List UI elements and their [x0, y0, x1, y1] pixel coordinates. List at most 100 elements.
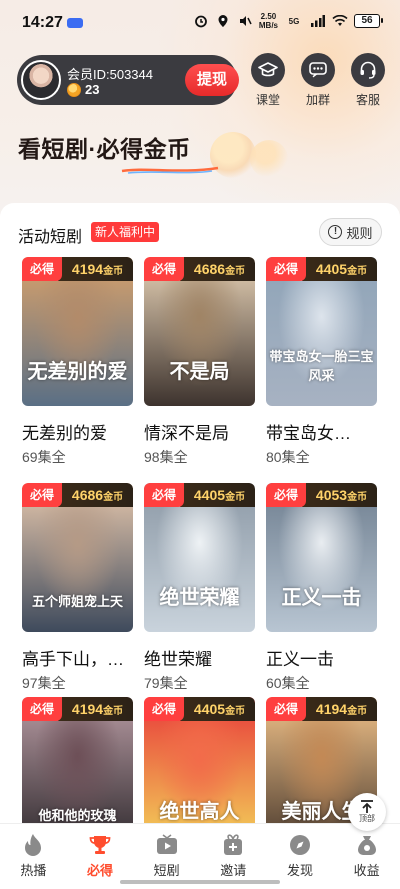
withdraw-button[interactable]: 提现: [185, 64, 239, 96]
mute-icon: [237, 13, 253, 29]
wifi-icon: [332, 13, 348, 29]
drama-card[interactable]: 不是局 必得 4686金币 情深不是局 98集全: [144, 257, 255, 467]
gift-add-icon: [221, 833, 245, 857]
coin-reward-tag: 4053金币: [302, 483, 377, 507]
must-get-tag: 必得: [266, 483, 306, 507]
drama-card[interactable]: 他和他的玫瑰 必得 4194金币: [22, 697, 133, 823]
vivo-app-icon: [67, 18, 83, 28]
coin-reward-unit: 金币: [225, 266, 246, 277]
drama-poster[interactable]: 不是局 必得 4686金币: [144, 257, 255, 406]
drama-card[interactable]: 带宝岛女一胎三宝风采 必得 4405金币 带宝岛女… 80集全: [266, 257, 377, 467]
drama-title[interactable]: 高手下山，…: [22, 645, 133, 670]
hero-title: 看短剧·必得金币: [18, 136, 191, 162]
member-card[interactable]: 会员ID:503344 23 提现: [17, 55, 239, 105]
drama-title[interactable]: 带宝岛女…: [266, 419, 377, 444]
coin-reward-value: 4194: [315, 701, 348, 717]
signal-bars-icon: [310, 13, 326, 29]
drama-poster[interactable]: 他和他的玫瑰 必得 4194金币: [22, 697, 133, 823]
coin-icon: [67, 82, 81, 97]
section-title: 活动短剧: [18, 229, 83, 246]
nav-item-earnings[interactable]: 收益: [337, 833, 397, 889]
nav-label-hot: 热播: [20, 863, 47, 878]
drama-episodes: 98集全: [144, 449, 188, 465]
drama-title[interactable]: 情深不是局: [144, 419, 255, 444]
nav-label-must-get: 必得: [86, 863, 113, 878]
classroom-button[interactable]: 课堂: [250, 53, 286, 108]
coin-reward-unit: 金币: [103, 266, 124, 277]
poster-title-art: 他和他的玫瑰: [38, 809, 117, 823]
nav-label-invite: 邀请: [220, 863, 247, 878]
hero-underline-decoration: [121, 166, 219, 174]
coin-reward-value: 4194: [71, 261, 104, 277]
coin-balance: 23: [67, 82, 99, 97]
drama-panel: 活动短剧 新人福利中 ! 规则 无差别的爱 必得 4194金币 无差别的爱 69集全 不是…: [0, 203, 400, 823]
coin-reward-tag: 4405金币: [302, 257, 377, 281]
drama-episodes: 69集全: [22, 449, 66, 465]
nav-item-hot[interactable]: 热播: [3, 833, 63, 889]
coin-reward-value: 4194: [71, 701, 104, 717]
coin-reward-tag: 4194金币: [58, 257, 133, 281]
net-speed-unit: MB/s: [258, 21, 278, 30]
coin-reward-tag: 4194金币: [302, 697, 377, 721]
compass-icon: [288, 833, 312, 857]
drama-poster[interactable]: 正义一击 必得 4053金币: [266, 483, 377, 632]
customer-service-button[interactable]: 客服: [350, 53, 386, 108]
alarm-icon: [193, 13, 209, 29]
signal-icon: 5G: [284, 13, 304, 29]
coin-reward-unit: 金币: [103, 706, 124, 717]
coin-reward-unit: 金币: [225, 492, 246, 503]
drama-card[interactable]: 五个师姐宠上天 必得 4686金币 高手下山，… 97集全: [22, 483, 133, 693]
nav-label-short-drama: 短剧: [153, 863, 180, 878]
drama-title[interactable]: 正义一击: [266, 645, 377, 670]
drama-episodes: 60集全: [266, 675, 310, 691]
coin-reward-value: 4686: [71, 487, 104, 503]
must-get-tag: 必得: [266, 697, 306, 721]
status-icons: 2.50 MB/s 5G 56: [193, 12, 383, 30]
coin-reward-tag: 4405金币: [180, 483, 255, 507]
coin-reward-tag: 4686金币: [180, 257, 255, 281]
rules-label: 规则: [346, 225, 373, 241]
poster-title-art: 无差别的爱: [27, 359, 128, 383]
customer-service-label: 客服: [355, 93, 380, 107]
coin-reward-tag: 4405金币: [180, 697, 255, 721]
avatar[interactable]: [21, 60, 61, 100]
must-get-tag: 必得: [266, 257, 306, 281]
coin-reward-value: 4405: [315, 261, 348, 277]
network-speed: 2.50 MB/s: [259, 12, 278, 30]
trophy-icon: [88, 833, 112, 857]
drama-title[interactable]: 无差别的爱: [22, 419, 133, 444]
nav-label-earnings: 收益: [353, 863, 380, 878]
scroll-to-top-button[interactable]: 顶部: [348, 793, 386, 831]
coin-reward-value: 4686: [193, 261, 226, 277]
coin-reward-tag: 4194金币: [58, 697, 133, 721]
status-bar: 14:27 2.50 MB/s 5G 56: [0, 0, 400, 46]
classroom-label: 课堂: [255, 93, 280, 107]
must-get-tag: 必得: [144, 697, 184, 721]
battery-indicator: 56: [354, 14, 383, 28]
must-get-tag: 必得: [22, 697, 62, 721]
drama-title[interactable]: 绝世荣耀: [144, 645, 255, 670]
tv-play-icon: [155, 833, 179, 857]
join-group-button[interactable]: 加群: [300, 53, 336, 108]
drama-card[interactable]: 绝世高人 必得 4405金币: [144, 697, 255, 823]
drama-poster[interactable]: 带宝岛女一胎三宝风采 必得 4405金币: [266, 257, 377, 406]
rules-button[interactable]: ! 规则: [319, 218, 382, 246]
drama-poster[interactable]: 五个师姐宠上天 必得 4686金币: [22, 483, 133, 632]
coin-reward-value: 4405: [193, 487, 226, 503]
drama-card[interactable]: 无差别的爱 必得 4194金币 无差别的爱 69集全: [22, 257, 133, 467]
coin-bag-icon: [355, 833, 379, 857]
coin-reward-unit: 金币: [103, 492, 124, 503]
home-indicator[interactable]: [120, 880, 280, 884]
headset-icon: [351, 53, 385, 87]
status-time: 14:27: [22, 14, 63, 31]
nav-label-discover: 发现: [286, 863, 313, 878]
must-get-tag: 必得: [144, 257, 184, 281]
drama-card[interactable]: 绝世荣耀 必得 4405金币 绝世荣耀 79集全: [144, 483, 255, 693]
coin-reward-unit: 金币: [347, 266, 368, 277]
drama-poster[interactable]: 绝世荣耀 必得 4405金币: [144, 483, 255, 632]
drama-poster[interactable]: 绝世高人 必得 4405金币: [144, 697, 255, 823]
location-icon: [215, 13, 231, 29]
drama-card[interactable]: 正义一击 必得 4053金币正义一击 60集全: [266, 483, 377, 693]
coin-reward-tag: 4686金币: [58, 483, 133, 507]
drama-poster[interactable]: 无差别的爱 必得 4194金币: [22, 257, 133, 406]
